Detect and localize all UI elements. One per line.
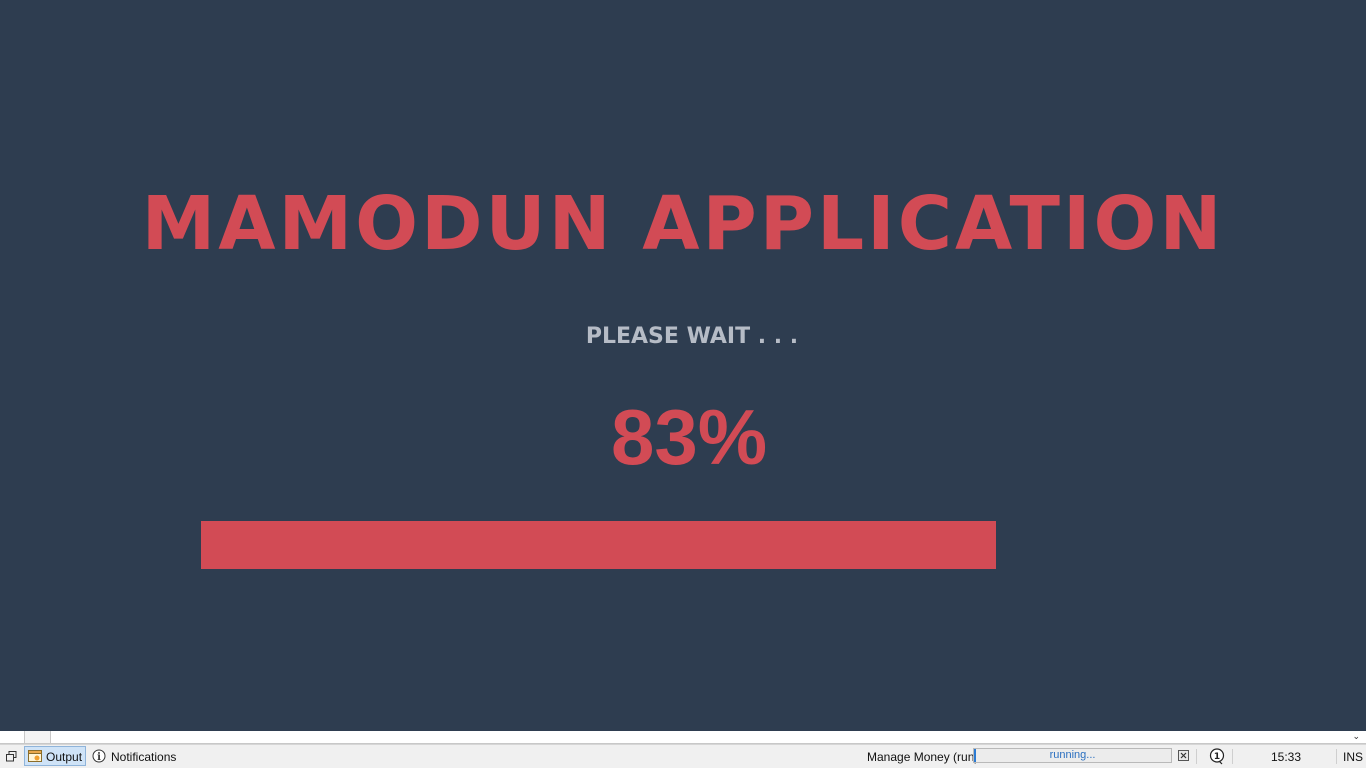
tab-output-label: Output xyxy=(46,750,83,764)
clock: 15:33 xyxy=(1271,750,1302,764)
info-balloon-icon[interactable]: 1 xyxy=(1209,748,1225,765)
loading-message: PLEASE WAIT . . . xyxy=(585,324,799,349)
svg-text:i: i xyxy=(97,752,101,763)
app-title: MAMODUN APPLICATION xyxy=(141,181,1225,267)
restore-window-icon[interactable] xyxy=(6,751,17,762)
output-panel: ⌄ xyxy=(0,731,1366,744)
progress-percent: 83% xyxy=(610,393,768,481)
tab-notifications-label: Notifications xyxy=(111,750,177,764)
task-status: running... xyxy=(1049,749,1096,761)
progress-bar xyxy=(201,521,1159,569)
ide-window: MAMODUN APPLICATION PLEASE WAIT . . . 83… xyxy=(0,0,1366,768)
info-icon: i xyxy=(92,749,106,763)
tab-output[interactable]: Output xyxy=(24,746,86,766)
status-bar: Output i Notifications Manage Money (run… xyxy=(0,744,1366,768)
status-separator xyxy=(1232,749,1233,764)
scroll-down-icon[interactable]: ⌄ xyxy=(1352,732,1360,742)
output-window-icon xyxy=(28,750,42,762)
svg-text:1: 1 xyxy=(1214,752,1220,762)
output-gutter xyxy=(24,731,51,743)
running-task-name[interactable]: Manage Money (run) xyxy=(867,750,978,764)
status-separator xyxy=(1336,749,1337,764)
tab-notifications[interactable]: i Notifications xyxy=(90,746,180,766)
progress-bar-fill xyxy=(201,521,996,569)
splash-screen: MAMODUN APPLICATION PLEASE WAIT . . . 83… xyxy=(0,0,1366,731)
status-separator xyxy=(1196,749,1197,764)
cancel-task-icon[interactable] xyxy=(1178,750,1189,761)
task-progress-bar[interactable]: running... xyxy=(973,748,1172,763)
insert-mode-indicator[interactable]: INS xyxy=(1343,750,1363,764)
